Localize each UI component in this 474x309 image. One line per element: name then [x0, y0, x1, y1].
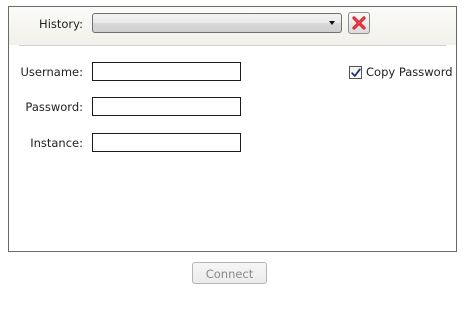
username-label: Username:: [20, 65, 84, 79]
clear-history-button[interactable]: [348, 12, 370, 34]
checkmark-icon: [351, 68, 361, 77]
copy-password-checkbox[interactable]: [349, 65, 362, 79]
password-input[interactable]: [92, 97, 241, 116]
copy-password-label: Copy Password: [366, 65, 453, 79]
separator: [19, 45, 446, 47]
instance-label: Instance:: [30, 136, 83, 150]
copy-password-option[interactable]: Copy Password: [349, 64, 453, 80]
instance-input[interactable]: [92, 133, 241, 152]
history-label: History:: [39, 17, 83, 31]
password-label: Password:: [25, 100, 83, 114]
red-x-icon: [352, 16, 366, 30]
history-dropdown[interactable]: [92, 13, 342, 33]
connect-button[interactable]: Connect: [192, 262, 267, 284]
dropdown-arrow-icon: [329, 21, 335, 25]
connection-panel: History: Username: Password: Instance: C…: [8, 6, 457, 252]
username-input[interactable]: [92, 62, 241, 81]
